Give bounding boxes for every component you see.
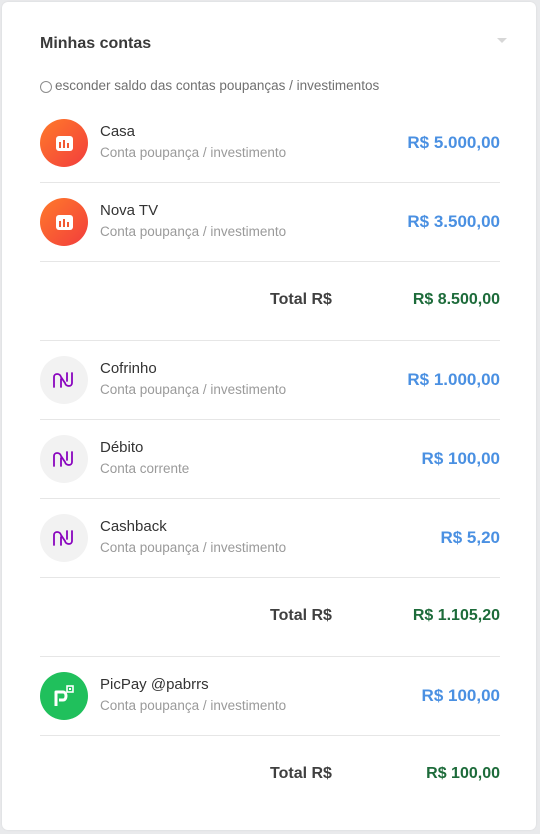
account-type: Conta poupança / investimento	[100, 540, 287, 555]
total-label: Total R$	[270, 607, 332, 624]
group-total-row: Total R$ R$ 1.105,20	[40, 578, 500, 657]
total-value: R$ 8.500,00	[412, 291, 500, 308]
collapse-caret-icon[interactable]	[497, 38, 507, 43]
hide-savings-label: esconder saldo das contas poupanças / in…	[55, 77, 380, 93]
inter-bank-icon	[40, 198, 88, 246]
account-row[interactable]: Casa Conta poupança / investimento R$ 5.00…	[40, 104, 500, 183]
account-name: Nova TV	[100, 202, 159, 219]
account-name: Débito	[100, 439, 144, 456]
account-name: Casa	[100, 123, 136, 140]
hide-savings-toggle[interactable]: esconder saldo das contas poupanças / in…	[40, 77, 379, 93]
nubank-icon	[40, 514, 88, 562]
accounts-panel: Minhas contas esconder saldo das contas …	[2, 2, 536, 830]
account-row[interactable]: Nova TV Conta poupança / investimento R$ 3…	[40, 183, 500, 262]
account-row[interactable]: Débito Conta corrente R$ 100,00	[40, 420, 500, 499]
account-balance: R$ 100,00	[421, 449, 500, 468]
total-value: R$ 100,00	[426, 765, 500, 782]
account-type: Conta poupança / investimento	[100, 698, 287, 713]
panel-title: Minhas contas	[40, 35, 152, 52]
account-row[interactable]: Cofrinho Conta poupança / investimento R$ …	[40, 341, 500, 420]
total-value: R$ 1.105,20	[412, 607, 500, 624]
account-name: Cofrinho	[100, 360, 157, 377]
account-row[interactable]: PicPay @pabrrs Conta poupança / investime…	[40, 657, 500, 736]
nubank-icon	[40, 435, 88, 483]
account-balance: R$ 5,20	[440, 528, 500, 547]
account-balance: R$ 100,00	[421, 686, 500, 705]
account-row[interactable]: Cashback Conta poupança / investimento R$ …	[40, 499, 500, 578]
account-name: Cashback	[100, 518, 167, 535]
account-type: Conta corrente	[100, 461, 190, 476]
account-list: Casa Conta poupança / investimento R$ 5.00…	[40, 104, 500, 814]
total-label: Total R$	[270, 765, 332, 782]
group-total-row: Total R$ R$ 100,00	[40, 736, 500, 814]
radio-icon[interactable]	[40, 81, 52, 93]
picpay-icon	[40, 672, 88, 720]
group-total-row: Total R$ R$ 8.500,00	[40, 262, 500, 341]
total-label: Total R$	[270, 291, 332, 308]
nubank-icon	[40, 356, 88, 404]
account-type: Conta poupança / investimento	[100, 224, 287, 239]
account-balance: R$ 5.000,00	[407, 133, 500, 152]
account-balance: R$ 1.000,00	[407, 370, 500, 389]
inter-bank-icon	[40, 119, 88, 167]
account-type: Conta poupança / investimento	[100, 382, 287, 397]
account-type: Conta poupança / investimento	[100, 145, 287, 160]
account-balance: R$ 3.500,00	[407, 212, 500, 231]
account-name: PicPay @pabrrs	[100, 676, 209, 693]
